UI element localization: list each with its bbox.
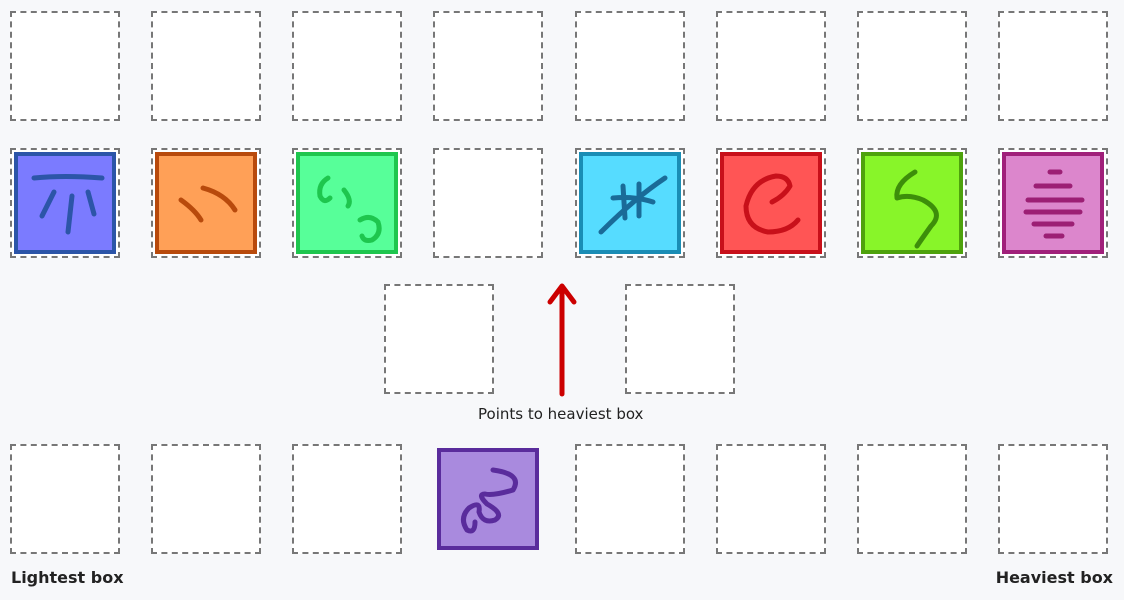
slot-mid-1[interactable]: [10, 148, 120, 258]
slot-bottom-6[interactable]: [716, 444, 826, 554]
slot-mid-6[interactable]: [716, 148, 826, 258]
heaviest-label: Heaviest box: [995, 568, 1113, 587]
slot-top-3[interactable]: [292, 11, 402, 121]
lime-box-symbol: [894, 169, 939, 249]
arrow-up-icon: [547, 283, 577, 397]
slot-mid-2[interactable]: [151, 148, 261, 258]
slot-top-1[interactable]: [10, 11, 120, 121]
green-box[interactable]: [296, 152, 398, 254]
orange-box-symbol: [178, 185, 238, 223]
slot-top-2[interactable]: [151, 11, 261, 121]
slot-mid-5[interactable]: [575, 148, 685, 258]
slot-bottom-2[interactable]: [151, 444, 261, 554]
slot-lower-right[interactable]: [625, 284, 735, 394]
orange-box[interactable]: [155, 152, 257, 254]
purple-box[interactable]: [437, 448, 539, 550]
slot-mid-3[interactable]: [292, 148, 402, 258]
cyan-box-symbol: [598, 175, 668, 235]
slot-bottom-1[interactable]: [10, 444, 120, 554]
blue-box[interactable]: [14, 152, 116, 254]
blue-box-symbol: [31, 174, 105, 235]
arrow-caption: Points to heaviest box: [478, 405, 644, 423]
slot-mid-7[interactable]: [857, 148, 967, 258]
lightest-label: Lightest box: [11, 568, 124, 587]
slot-top-4[interactable]: [433, 11, 543, 121]
slot-top-6[interactable]: [716, 11, 826, 121]
lime-box[interactable]: [861, 152, 963, 254]
green-box-symbol: [317, 175, 382, 243]
red-box[interactable]: [720, 152, 822, 254]
red-box-symbol: [743, 173, 801, 235]
pink-box[interactable]: [1002, 152, 1104, 254]
cyan-box[interactable]: [579, 152, 681, 254]
slot-bottom-5[interactable]: [575, 444, 685, 554]
slot-bottom-3[interactable]: [292, 444, 402, 554]
slot-top-8[interactable]: [998, 11, 1108, 121]
slot-mid-8[interactable]: [998, 148, 1108, 258]
slot-bottom-4[interactable]: [433, 444, 543, 554]
slot-lower-left[interactable]: [384, 284, 494, 394]
slot-bottom-8[interactable]: [998, 444, 1108, 554]
slot-mid-4[interactable]: [433, 148, 543, 258]
pink-box-symbol: [1023, 169, 1085, 239]
slot-top-5[interactable]: [575, 11, 685, 121]
slot-top-7[interactable]: [857, 11, 967, 121]
purple-box-symbol: [461, 467, 518, 534]
slot-bottom-7[interactable]: [857, 444, 967, 554]
